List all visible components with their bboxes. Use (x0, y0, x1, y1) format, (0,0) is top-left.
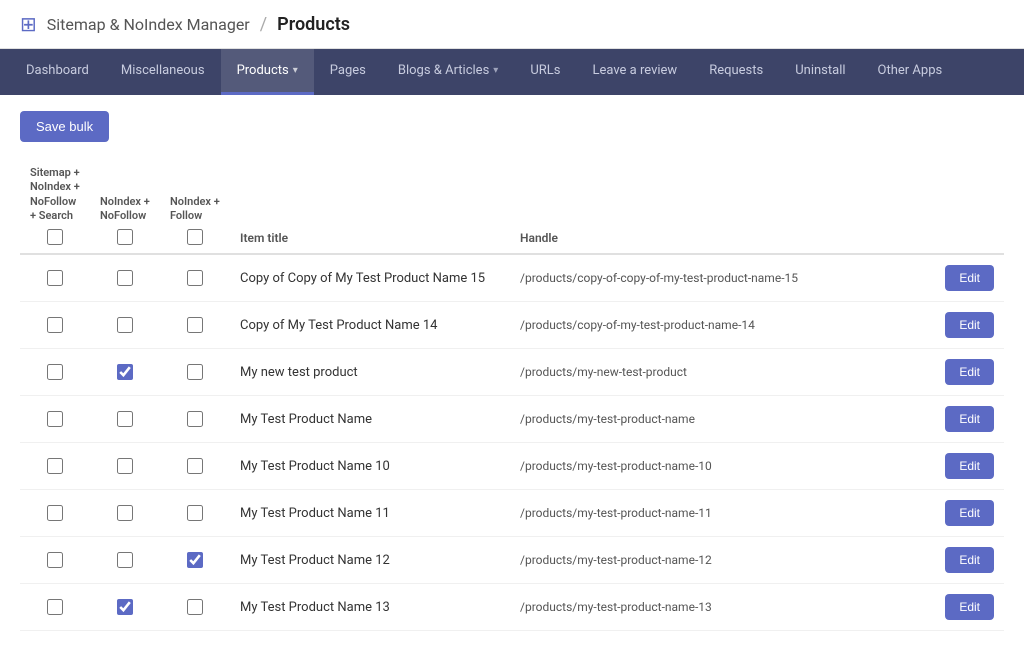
row-cb-col3-6[interactable] (187, 552, 203, 568)
row-cb-col2-6[interactable] (117, 552, 133, 568)
nav-leave-review[interactable]: Leave a review (576, 49, 693, 95)
header-separator: / (260, 14, 267, 35)
row-cb-col1-3[interactable] (47, 411, 63, 427)
item-handle: /products/my-test-product-name (510, 396, 924, 443)
nav-blogs-articles[interactable]: Blogs & Articles ▾ (382, 49, 514, 95)
row-cb-col3-4[interactable] (187, 458, 203, 474)
nav-pages[interactable]: Pages (314, 49, 382, 95)
edit-button-5[interactable]: Edit (945, 500, 994, 526)
nav-urls[interactable]: URLs (514, 49, 576, 95)
table-row: My Test Product Name 13/products/my-test… (20, 584, 1004, 631)
app-icon: ⊞ (20, 12, 37, 36)
nav-dashboard[interactable]: Dashboard (10, 49, 105, 95)
row-cb-col3-2[interactable] (187, 364, 203, 380)
products-table: Sitemap + NoIndex + NoFollow + Search No… (20, 158, 1004, 631)
edit-button-1[interactable]: Edit (945, 312, 994, 338)
nav-bar: Dashboard Miscellaneous Products ▾ Pages… (0, 49, 1024, 95)
page-title: Products (277, 14, 350, 35)
col-header-noindex-nofollow: NoIndex + NoFollow (90, 158, 160, 254)
row-cb-col1-6[interactable] (47, 552, 63, 568)
table-row: My Test Product Name 10/products/my-test… (20, 443, 1004, 490)
table-row: Copy of My Test Product Name 14/products… (20, 302, 1004, 349)
row-cb-col2-4[interactable] (117, 458, 133, 474)
row-cb-col1-0[interactable] (47, 270, 63, 286)
nav-products[interactable]: Products ▾ (221, 49, 314, 95)
select-all-col3[interactable] (187, 229, 203, 245)
select-all-col1[interactable] (47, 229, 63, 245)
row-cb-col2-5[interactable] (117, 505, 133, 521)
item-handle: /products/my-test-product-name-11 (510, 490, 924, 537)
row-cb-col2-3[interactable] (117, 411, 133, 427)
table-row: My Test Product Name 12/products/my-test… (20, 537, 1004, 584)
item-handle: /products/my-test-product-name-13 (510, 584, 924, 631)
row-cb-col3-1[interactable] (187, 317, 203, 333)
edit-button-6[interactable]: Edit (945, 547, 994, 573)
row-cb-col3-7[interactable] (187, 599, 203, 615)
row-cb-col1-4[interactable] (47, 458, 63, 474)
col-header-action (924, 158, 1004, 254)
table-row: Copy of Copy of My Test Product Name 15/… (20, 254, 1004, 302)
row-cb-col3-0[interactable] (187, 270, 203, 286)
item-handle: /products/my-test-product-name-12 (510, 537, 924, 584)
select-all-col2[interactable] (117, 229, 133, 245)
item-title: My Test Product Name 12 (230, 537, 510, 584)
main-content: Save bulk Sitemap + NoIndex + NoFollow +… (0, 95, 1024, 647)
item-title: My Test Product Name 13 (230, 584, 510, 631)
edit-button-4[interactable]: Edit (945, 453, 994, 479)
row-cb-col3-5[interactable] (187, 505, 203, 521)
col-header-noindex-follow: NoIndex + Follow (160, 158, 230, 254)
item-handle: /products/copy-of-my-test-product-name-1… (510, 302, 924, 349)
row-cb-col3-3[interactable] (187, 411, 203, 427)
nav-uninstall[interactable]: Uninstall (779, 49, 861, 95)
row-cb-col2-0[interactable] (117, 270, 133, 286)
item-handle: /products/my-new-test-product (510, 349, 924, 396)
item-title: My Test Product Name 11 (230, 490, 510, 537)
item-title: My Test Product Name (230, 396, 510, 443)
edit-button-7[interactable]: Edit (945, 594, 994, 620)
col-header-sitemap: Sitemap + NoIndex + NoFollow + Search (20, 158, 90, 254)
edit-button-0[interactable]: Edit (945, 265, 994, 291)
table-row: My Test Product Name/products/my-test-pr… (20, 396, 1004, 443)
row-cb-col1-2[interactable] (47, 364, 63, 380)
row-cb-col1-1[interactable] (47, 317, 63, 333)
col-header-handle: Handle (510, 158, 924, 254)
item-title: Copy of Copy of My Test Product Name 15 (230, 254, 510, 302)
row-cb-col2-1[interactable] (117, 317, 133, 333)
table-row: My Test Product Name 11/products/my-test… (20, 490, 1004, 537)
item-title: Copy of My Test Product Name 14 (230, 302, 510, 349)
save-bulk-button[interactable]: Save bulk (20, 111, 109, 142)
item-handle: /products/my-test-product-name-10 (510, 443, 924, 490)
nav-miscellaneous[interactable]: Miscellaneous (105, 49, 221, 95)
edit-button-3[interactable]: Edit (945, 406, 994, 432)
row-cb-col1-5[interactable] (47, 505, 63, 521)
table-row: My new test product/products/my-new-test… (20, 349, 1004, 396)
row-cb-col1-7[interactable] (47, 599, 63, 615)
item-title: My Test Product Name 10 (230, 443, 510, 490)
item-handle: /products/copy-of-copy-of-my-test-produc… (510, 254, 924, 302)
nav-other-apps[interactable]: Other Apps (862, 49, 959, 95)
blogs-chevron-icon: ▾ (493, 65, 498, 76)
nav-requests[interactable]: Requests (693, 49, 779, 95)
edit-button-2[interactable]: Edit (945, 359, 994, 385)
products-chevron-icon: ▾ (293, 65, 298, 76)
app-header: ⊞ Sitemap & NoIndex Manager / Products (0, 0, 1024, 49)
item-title: My new test product (230, 349, 510, 396)
app-name: Sitemap & NoIndex Manager (47, 15, 250, 34)
row-cb-col2-2[interactable] (117, 364, 133, 380)
col-header-title: Item title (230, 158, 510, 254)
row-cb-col2-7[interactable] (117, 599, 133, 615)
